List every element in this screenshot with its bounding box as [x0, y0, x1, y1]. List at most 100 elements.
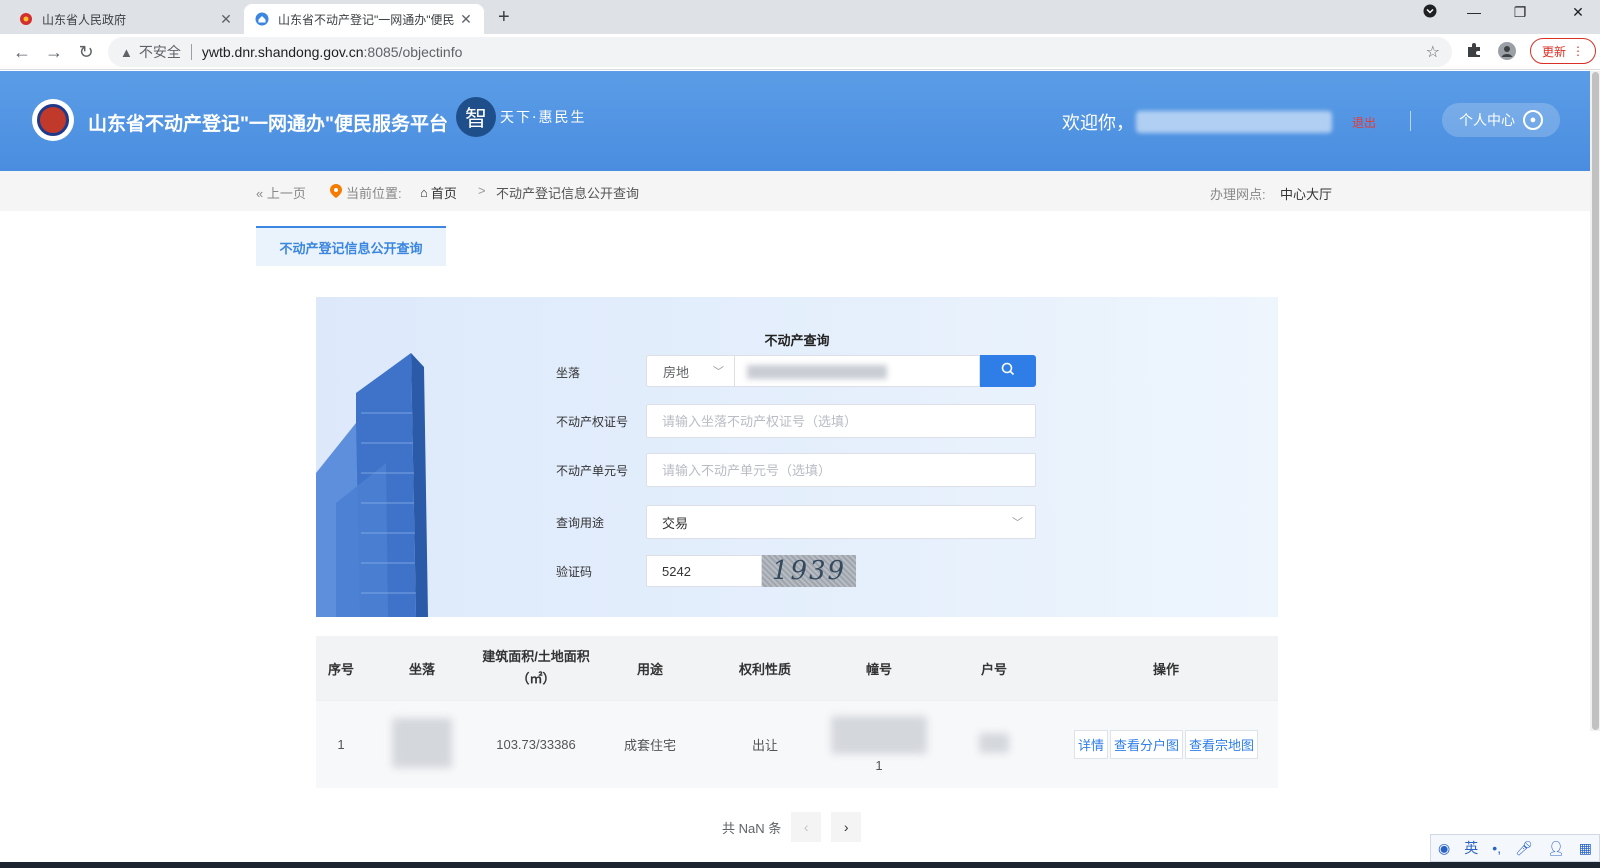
unit-field-label: 不动产单元号	[556, 464, 629, 478]
detail-link[interactable]: 详情	[1073, 730, 1108, 759]
tab-public-query[interactable]: 不动产登记信息公开查询	[256, 226, 446, 266]
search-icon	[1001, 362, 1015, 380]
site-logo[interactable]	[32, 99, 74, 141]
site-title: 山东省不动产登记"一网通办"便民服务平台	[88, 114, 449, 135]
home-favicon-icon	[254, 11, 270, 27]
office-label: 办理网点:	[1210, 187, 1266, 202]
location-type-value: 房地	[663, 364, 690, 380]
cell-actions: 详情 查看分户图 查看宗地图	[1054, 730, 1278, 759]
view-floor-plan-link[interactable]: 查看分户图	[1109, 730, 1183, 759]
back-label: 上一页	[266, 186, 306, 201]
back-link[interactable]: « 上一页	[256, 183, 306, 202]
browser-toolbar: ← → ↻ ▲ 不安全 ywtb.dnr.shandong.gov.cn:808…	[0, 34, 1600, 70]
header-unit-no: 户号	[980, 661, 1007, 677]
scrollbar-thumb[interactable]	[1592, 72, 1599, 730]
breadcrumb-separator: >	[478, 183, 486, 198]
site-header: 山东省不动产登记"一网通办"便民服务平台 智 天下·惠民生 欢迎你， 退出 个人…	[0, 71, 1590, 171]
warning-icon[interactable]: ▲	[120, 45, 133, 60]
forward-arrow-icon[interactable]: →	[42, 40, 66, 64]
cert-field-label: 不动产权证号	[556, 415, 629, 429]
emblem-icon	[37, 104, 69, 136]
building-illustration	[316, 353, 428, 617]
location-field-label: 坐落	[556, 366, 581, 380]
tab-title: 山东省人民政府	[42, 12, 127, 27]
restore-icon[interactable]: ❐	[1510, 4, 1530, 21]
captcha-image[interactable]: 1939	[762, 555, 856, 587]
extensions-puzzle-icon[interactable]	[1466, 42, 1482, 63]
profile-avatar-icon[interactable]	[1498, 42, 1516, 65]
back-arrow-icon[interactable]: ←	[10, 40, 34, 64]
chevron-down-icon: ﹀	[1012, 517, 1023, 529]
microphone-icon[interactable]: 🎤︎	[1515, 840, 1533, 857]
unit-number-input[interactable]	[646, 453, 1036, 487]
cell-unit-no-redacted	[934, 733, 1054, 756]
home-label: 首页	[430, 186, 457, 201]
cell-location-redacted	[366, 718, 478, 771]
minimize-icon[interactable]: —	[1464, 4, 1484, 20]
location-input[interactable]	[734, 355, 980, 387]
header-building-no: 幢号	[865, 661, 892, 677]
grid-menu-icon[interactable]: ▦	[1579, 840, 1592, 857]
results-table: 序号 坐落 建筑面积/土地面积（㎡） 用途 权利性质 幢号 户号 操作 1 10…	[316, 636, 1278, 788]
update-button[interactable]: 更新 ⋮	[1530, 38, 1596, 64]
reload-icon[interactable]: ↻	[74, 40, 98, 64]
purpose-value: 交易	[662, 515, 689, 531]
breadcrumb-current: 不动产登记信息公开查询	[496, 186, 640, 201]
cell-building-no: 1	[824, 716, 934, 773]
captcha-input[interactable]	[646, 555, 762, 587]
os-taskbar	[0, 862, 1600, 868]
pagination: 共 NaN 条 ‹ ›	[722, 812, 862, 842]
location-type-select[interactable]: 房地 ﹀	[646, 355, 734, 387]
office-value: 中心大厅	[1280, 187, 1333, 202]
cell-usage: 成套住宅	[623, 738, 676, 753]
table-header: 序号 坐落 建筑面积/土地面积（㎡） 用途 权利性质 幢号 户号 操作	[316, 636, 1278, 700]
purpose-select[interactable]: 交易 ﹀	[646, 505, 1036, 539]
tab-search-icon[interactable]	[1420, 4, 1440, 21]
search-button[interactable]	[980, 355, 1036, 387]
security-label: 不安全	[138, 44, 181, 60]
close-tab-icon[interactable]: ✕	[458, 11, 474, 28]
cert-number-input[interactable]	[646, 404, 1036, 438]
header-right-type: 权利性质	[738, 661, 791, 677]
location-text: 当前位置:	[346, 186, 402, 201]
divider	[1410, 111, 1411, 131]
header-area: 建筑面积/土地面积（㎡）	[482, 649, 590, 686]
cell-index: 1	[337, 737, 345, 752]
browser-tab-realestate[interactable]: 山东省不动产登记"一网通办"便民 ✕	[244, 4, 484, 34]
header-actions: 操作	[1152, 661, 1179, 677]
punctuation-icon[interactable]: •,	[1492, 840, 1501, 856]
user-name-redacted	[1136, 111, 1332, 133]
prev-page-button[interactable]: ‹	[791, 812, 822, 842]
emblem-icon	[18, 11, 34, 27]
address-bar[interactable]: ▲ 不安全 ywtb.dnr.shandong.gov.cn:8085/obje…	[108, 37, 1452, 67]
welcome-text: 欢迎你，	[1062, 113, 1134, 133]
slogan-logo: 智 天下·惠民生	[456, 97, 586, 137]
home-icon: ⌂	[420, 185, 428, 200]
view-parcel-map-link[interactable]: 查看宗地图	[1185, 730, 1259, 759]
total-count: 共 NaN 条	[722, 820, 782, 836]
personal-center-button[interactable]: 个人中心 ●	[1442, 103, 1560, 137]
ime-logo-icon[interactable]: ◉	[1438, 840, 1450, 857]
query-title: 不动产查询	[764, 333, 830, 348]
browser-tab-strip: 山东省人民政府 ✕ 山东省不动产登记"一网通办"便民 ✕ + — ❐ ✕	[0, 0, 1600, 34]
close-tab-icon[interactable]: ✕	[218, 11, 234, 28]
building-suffix: 1	[875, 758, 883, 773]
url-host: ywtb.dnr.shandong.gov.cn	[201, 44, 364, 60]
browser-tab-shandong-gov[interactable]: 山东省人民政府 ✕	[8, 4, 244, 34]
captcha-field-label: 验证码	[556, 565, 593, 579]
bookmark-star-icon[interactable]: ☆	[1426, 42, 1440, 62]
new-tab-button[interactable]: +	[498, 6, 510, 29]
location-pin-icon	[330, 184, 342, 201]
tab-title: 山东省不动产登记"一网通办"便民	[278, 12, 455, 27]
table-row: 1 103.73/33386 成套住宅 出让 1 详情 查看分户图 查看宗地图	[316, 700, 1278, 788]
location-label: 当前位置:	[330, 183, 402, 202]
cell-area: 103.73/33386	[496, 737, 576, 752]
user-icon[interactable]: 👤︎	[1547, 840, 1565, 857]
query-panel: 不动产查询 坐落 房地 ﹀ 不动产权证号 不动产单元号 查询用途 交易 ﹀ 验证…	[316, 297, 1278, 617]
breadcrumb-home[interactable]: ⌂ 首页	[420, 183, 457, 202]
ime-language-toggle[interactable]: 英	[1464, 838, 1478, 858]
next-page-button[interactable]: ›	[831, 812, 862, 842]
logout-link[interactable]: 退出	[1352, 114, 1376, 131]
chevron-down-icon: ﹀	[713, 366, 724, 378]
close-window-icon[interactable]: ✕	[1568, 4, 1588, 21]
